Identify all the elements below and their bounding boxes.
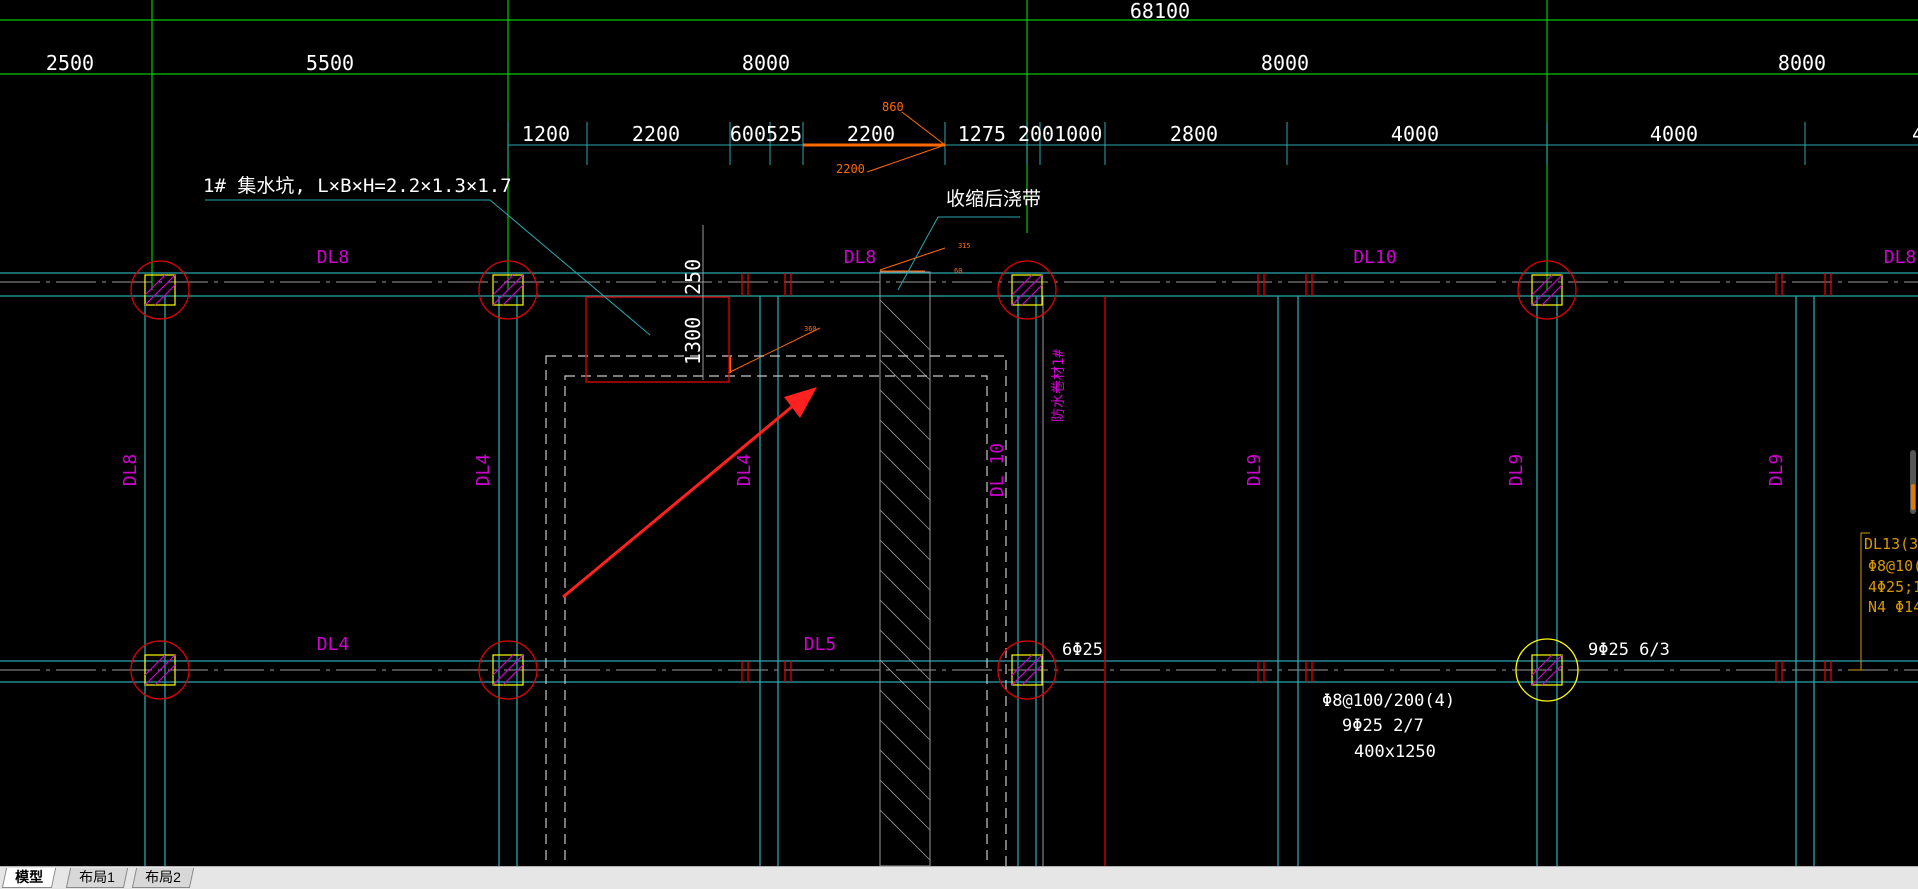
dim-sec-8: 4000 xyxy=(1650,122,1698,146)
column xyxy=(130,260,190,320)
dim-axis-2: 5500 xyxy=(306,51,354,75)
dim-axis-5: 8000 xyxy=(1778,51,1826,75)
tab-model[interactable]: 模型 xyxy=(1,868,57,888)
dim-axis-3: 8000 xyxy=(742,51,790,75)
rebar-main: 9Φ25 2/7 xyxy=(1342,716,1424,736)
sump-pit xyxy=(585,296,730,383)
beams-horizontal xyxy=(0,272,1918,683)
rebar-col-a: 6Φ25 xyxy=(1062,640,1103,660)
rebar-section: 400x1250 xyxy=(1354,742,1436,762)
beam-label: DL8 xyxy=(317,247,350,268)
beam-label-vertical: DL9 xyxy=(1506,454,1527,487)
dim-axis-4: 8000 xyxy=(1261,51,1309,75)
dim-sec-1: 1200 xyxy=(522,122,570,146)
orange-small-2: 60 xyxy=(954,267,962,275)
orange-small-1: 315 xyxy=(958,242,971,250)
beam-label-vertical: DL4 xyxy=(473,454,494,487)
side-note-bracket xyxy=(1850,532,1870,671)
dim-sec-7: 4000 xyxy=(1391,122,1439,146)
sump-pit-label: 1# 集水坑, L×B×H=2.2×1.3×1.7 xyxy=(203,175,512,197)
waterproof-label: 防水卷材1# xyxy=(1051,349,1067,422)
beam-rebar-marks xyxy=(741,273,1832,866)
post-pour-strip-label: 收缩后浇带 xyxy=(946,188,1041,210)
side-note-line: DL13(3) xyxy=(1864,535,1918,553)
orange-dim-top: 860 xyxy=(882,100,904,114)
dim-sec-3: 600525 xyxy=(730,122,802,146)
cad-drawing[interactable]: 68100 2500 5500 8000 8000 8000 1200 2200… xyxy=(0,0,1918,866)
side-note-line: N4 Φ14 xyxy=(1868,598,1918,616)
dim-sec-9: 4 xyxy=(1912,122,1918,146)
side-note-line: 4Φ25;12 xyxy=(1868,578,1918,596)
beam-label-vertical: DL8 xyxy=(120,454,141,487)
column xyxy=(997,260,1057,320)
rebar-col-b: 9Φ25 6/3 xyxy=(1588,640,1670,660)
tab-layout-2[interactable]: 布局2 xyxy=(131,868,194,888)
scroll-indicator-fill xyxy=(1911,484,1915,510)
beam-label-vertical: DL9 xyxy=(1244,454,1265,487)
orange-small-3: 360 xyxy=(804,325,817,333)
centerlines xyxy=(0,281,1918,671)
tab-layout-1[interactable]: 布局1 xyxy=(65,868,128,888)
orange-dim-bottom: 2200 xyxy=(836,162,865,176)
pit-depth-dim: 1300 xyxy=(681,317,705,365)
beam-label: DL4 xyxy=(317,634,350,655)
pit-width-dim: 250 xyxy=(681,259,705,295)
dashed-outline xyxy=(545,355,1007,866)
rebar-stirrup: Φ8@100/200(4) xyxy=(1322,691,1455,711)
beam-label-vertical: DL4 xyxy=(734,454,755,487)
scroll-indicator[interactable] xyxy=(1910,450,1916,514)
side-note-line: Φ8@10( xyxy=(1868,557,1918,575)
beam-label: DL8 xyxy=(1884,247,1917,268)
beam-label: DL5 xyxy=(804,634,837,655)
dim-axis-1: 2500 xyxy=(46,51,94,75)
red-arrow xyxy=(562,387,817,599)
beam-label-vertical: DL 10 xyxy=(987,443,1008,497)
dim-sec-2: 2200 xyxy=(632,122,680,146)
dim-sec-4: 2200 xyxy=(847,122,895,146)
dim-sec-5: 1275 2001000 xyxy=(958,122,1103,146)
beam-label: DL10 xyxy=(1353,247,1396,268)
dim-total: 68100 xyxy=(1130,0,1190,23)
layout-tab-bar: 模型 布局1 布局2 xyxy=(0,866,1918,889)
beam-label-vertical: DL9 xyxy=(1766,454,1787,487)
dim-sec-6: 2800 xyxy=(1170,122,1218,146)
cad-viewport[interactable]: 68100 2500 5500 8000 8000 8000 1200 2200… xyxy=(0,0,1918,866)
beam-label: DL8 xyxy=(844,247,877,268)
beams-vertical xyxy=(144,296,1815,866)
